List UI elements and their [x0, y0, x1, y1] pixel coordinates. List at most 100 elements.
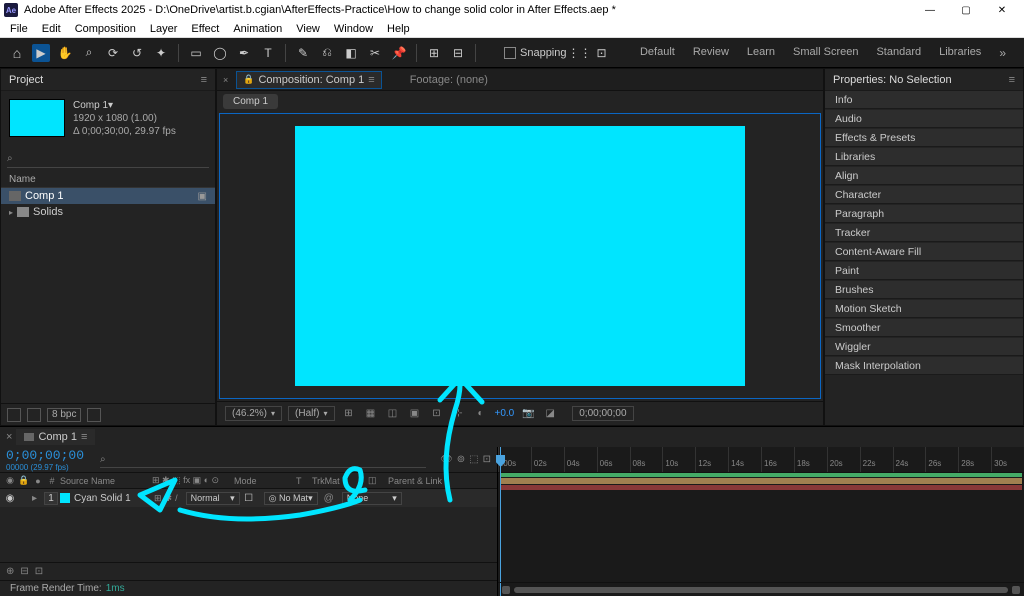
align-icon[interactable]: ⊞	[425, 44, 443, 62]
distribute-icon[interactable]: ⊟	[449, 44, 467, 62]
shape-rect-tool[interactable]: ▭	[187, 44, 205, 62]
panel-smoother[interactable]: Smoother	[825, 319, 1023, 337]
shape-ellipse-tool[interactable]: ◯	[211, 44, 229, 62]
panel-info[interactable]: Info	[825, 91, 1023, 109]
transparency-grid-icon[interactable]: ▦	[363, 407, 379, 421]
menu-file[interactable]: File	[4, 23, 34, 35]
anchor-tool[interactable]: ✦	[152, 44, 170, 62]
grid-icon[interactable]: ⊡	[429, 407, 445, 421]
panel-effects[interactable]: Effects & Presets	[825, 129, 1023, 147]
viewer-timecode[interactable]: 0;00;00;00	[572, 406, 633, 421]
comp-flowchart-tab[interactable]: Comp 1	[223, 94, 278, 109]
track-matte-select[interactable]: ◎ No Mat▾	[264, 492, 318, 505]
menu-composition[interactable]: Composition	[69, 23, 142, 35]
snap-grid-icon[interactable]: ⊡	[593, 44, 611, 62]
timeline-track-area[interactable]: :00s02s 04s06s 08s10s 12s14s 16s18s 20s2…	[498, 447, 1024, 596]
snapping-checkbox[interactable]	[504, 47, 516, 59]
footage-tab[interactable]: Footage: (none)	[410, 74, 488, 86]
project-item-comp1[interactable]: Comp 1 ▣	[1, 188, 215, 204]
resolution-select[interactable]: (Half)▾	[288, 406, 334, 421]
clone-tool[interactable]: ⎌	[318, 44, 336, 62]
menu-animation[interactable]: Animation	[227, 23, 288, 35]
mask-toggle-icon[interactable]: ◫	[385, 407, 401, 421]
guides-icon[interactable]: ⊹	[451, 407, 467, 421]
layer-name[interactable]: Cyan Solid 1	[72, 493, 152, 504]
shy-icon[interactable]: ⊞	[154, 493, 162, 504]
show-snapshot-icon[interactable]: ◪	[542, 407, 558, 421]
panel-libraries[interactable]: Libraries	[825, 148, 1023, 166]
collapse-icon[interactable]: ✱	[165, 493, 173, 504]
pen-tool[interactable]: ✒	[235, 44, 253, 62]
exposure-value[interactable]: +0.0	[495, 408, 515, 419]
playhead[interactable]	[500, 447, 501, 596]
maximize-button[interactable]: ▢	[948, 0, 984, 20]
layer-color-swatch[interactable]	[60, 493, 70, 503]
workspace-review[interactable]: Review	[693, 46, 729, 60]
panel-menu-icon[interactable]: ≡	[201, 74, 207, 86]
current-time-display[interactable]: 0;00;00;00	[6, 448, 84, 463]
panel-caf[interactable]: Content-Aware Fill	[825, 243, 1023, 261]
toggle-av-icon[interactable]: ⊡	[35, 566, 43, 577]
workspace-libraries[interactable]: Libraries	[939, 46, 981, 60]
timeline-zoom-scrollbar[interactable]	[498, 582, 1024, 596]
layer-track[interactable]	[498, 477, 1024, 491]
panel-tracker[interactable]: Tracker	[825, 224, 1023, 242]
type-tool[interactable]: T	[259, 44, 277, 62]
blur-toggle-icon[interactable]: ⊚	[457, 454, 465, 465]
composition-viewer[interactable]	[219, 113, 821, 399]
new-comp-icon[interactable]	[87, 408, 101, 422]
hand-tool[interactable]: ✋	[56, 44, 74, 62]
rotate-tool[interactable]: ↺	[128, 44, 146, 62]
graph-icon[interactable]: ⬚	[469, 454, 478, 465]
menu-effect[interactable]: Effect	[185, 23, 225, 35]
toggle-switches-icon[interactable]: ⊕	[6, 566, 14, 577]
blend-mode-select[interactable]: Normal▾	[186, 492, 240, 505]
visibility-toggle[interactable]: ◉	[4, 493, 16, 504]
panel-paint[interactable]: Paint	[825, 262, 1023, 280]
panel-align[interactable]: Align	[825, 167, 1023, 185]
panel-brushes[interactable]: Brushes	[825, 281, 1023, 299]
project-item-solids[interactable]: ▸ Solids	[1, 204, 215, 220]
workspace-learn[interactable]: Learn	[747, 46, 775, 60]
workspace-more-icon[interactable]: »	[999, 46, 1006, 60]
panel-audio[interactable]: Audio	[825, 110, 1023, 128]
project-search-input[interactable]: ⌕	[7, 150, 209, 168]
snap-opts-icon[interactable]: ⋮⋮	[571, 44, 589, 62]
panel-character[interactable]: Character	[825, 186, 1023, 204]
timeline-tab[interactable]: Comp 1 ≡	[16, 429, 95, 445]
panel-wiggler[interactable]: Wiggler	[825, 338, 1023, 356]
parent-pickwhip-icon[interactable]: @	[324, 493, 334, 504]
switch-icon[interactable]: ⊡	[483, 454, 491, 465]
workspace-default[interactable]: Default	[640, 46, 675, 60]
panel-paragraph[interactable]: Paragraph	[825, 205, 1023, 223]
toggle-modes-icon[interactable]: ⊟	[20, 566, 28, 577]
interpret-footage-icon[interactable]	[7, 408, 21, 422]
comp-thumbnail[interactable]	[9, 99, 65, 137]
parent-select[interactable]: None▾	[342, 492, 402, 505]
orbit-tool[interactable]: ⟳	[104, 44, 122, 62]
fast-preview-icon[interactable]: ⊞	[341, 407, 357, 421]
zoom-select[interactable]: (46.2%)▾	[225, 406, 282, 421]
project-bpc-button[interactable]: 8 bpc	[47, 408, 81, 422]
snapshot-icon[interactable]: 📷	[520, 407, 536, 421]
new-bin-icon[interactable]	[27, 408, 41, 422]
region-icon[interactable]: ▣	[407, 407, 423, 421]
menu-view[interactable]: View	[290, 23, 326, 35]
shy-toggle-icon[interactable]: 👁	[440, 454, 453, 465]
layer-row-1[interactable]: ◉ ▸ 1 Cyan Solid 1 ⊞ ✱ / Normal▾ ☐ ◎ No …	[0, 489, 497, 507]
panel-motion-sketch[interactable]: Motion Sketch	[825, 300, 1023, 318]
puppet-tool[interactable]: 📌	[390, 44, 408, 62]
panel-menu-icon[interactable]: ≡	[1009, 74, 1015, 86]
panel-mask-interp[interactable]: Mask Interpolation	[825, 357, 1023, 375]
brush-tool[interactable]: ✎	[294, 44, 312, 62]
menu-window[interactable]: Window	[328, 23, 379, 35]
close-button[interactable]: ✕	[984, 0, 1020, 20]
home-button[interactable]: ⌂	[8, 44, 26, 62]
workspace-small[interactable]: Small Screen	[793, 46, 858, 60]
menu-edit[interactable]: Edit	[36, 23, 67, 35]
workspace-standard[interactable]: Standard	[876, 46, 921, 60]
roto-tool[interactable]: ✂	[366, 44, 384, 62]
menu-help[interactable]: Help	[381, 23, 416, 35]
minimize-button[interactable]: —	[912, 0, 948, 20]
selection-tool[interactable]: ▶	[32, 44, 50, 62]
